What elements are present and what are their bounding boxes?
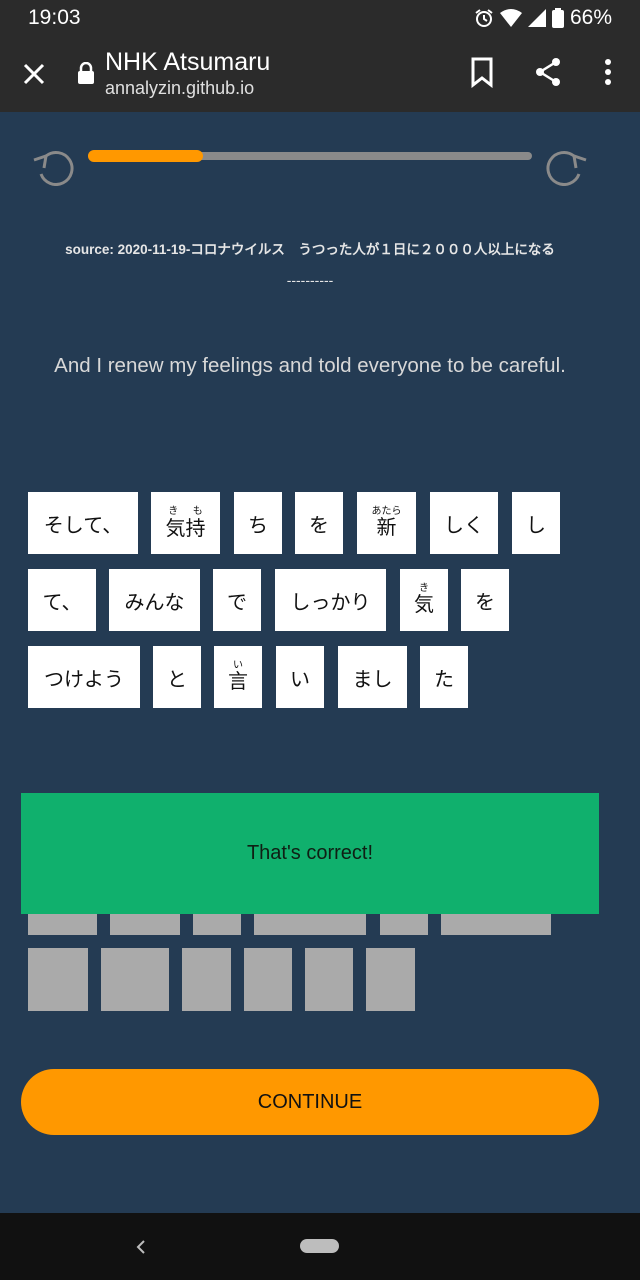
status-time: 19:03 [28,6,81,29]
answer-slot [193,912,241,935]
progress-bar [88,150,532,162]
word-tile-text: ち [248,512,268,537]
more-options-icon[interactable] [596,56,620,88]
word-tile-text: そして、 [43,512,123,537]
close-icon[interactable] [18,58,50,90]
answer-slot [305,948,353,1011]
word-tile-text: し [526,512,546,537]
word-tile[interactable]: を [461,569,509,631]
browser-toolbar: NHK Atsumaru annalyzin.github.io [0,36,640,112]
word-tile[interactable]: みんな [109,569,200,631]
feedback-text: That's correct! [246,842,374,864]
word-tile[interactable]: て、 [28,569,96,631]
answer-slot [182,948,231,1011]
word-tile-text: つけよう [44,666,124,691]
bookmark-icon[interactable] [468,56,496,88]
lock-icon [78,62,94,84]
answer-slot [366,948,415,1011]
answer-slot [244,948,292,1011]
wifi-icon [499,9,522,27]
word-tile[interactable]: 新あたら [357,492,416,554]
word-tile[interactable]: つけよう [28,646,140,708]
word-tile[interactable]: ち [234,492,282,554]
answer-slot [441,912,551,935]
navigation-bar [0,1213,640,1280]
word-tile[interactable]: しっかり [275,569,386,631]
word-tile-text: 気き [414,583,434,616]
answer-slot [380,912,428,935]
alarm-icon [475,9,493,27]
word-tile[interactable]: と [153,646,201,708]
word-tile-text: まし [352,666,393,691]
battery-icon [551,8,564,28]
word-tile-text: 気持き も [165,505,206,540]
word-tile[interactable]: 気持き も [151,492,220,554]
word-tile-text: 新あたら [371,506,402,539]
page-url[interactable]: annalyzin.github.io [105,78,254,99]
signal-icon [527,9,546,27]
feedback-banner: That's correct! [21,793,599,914]
word-tile-text: い [290,666,310,691]
status-bar: 19:03 66% [0,0,640,36]
word-tile-text: で [227,589,247,614]
word-tile[interactable]: し [512,492,560,554]
word-tile-text: しっかり [290,589,371,614]
word-tile-text: と [167,666,187,691]
english-translation: And I renew my feelings and told everyon… [54,354,566,377]
answer-slot [28,912,97,935]
progress-fill [88,150,204,162]
redo-icon[interactable] [542,146,588,186]
word-tile[interactable]: い [276,646,324,708]
battery-percent: 66% [569,6,612,29]
word-tile[interactable]: を [295,492,343,554]
back-icon[interactable] [130,1235,150,1259]
source-text: source: 2020-11-19-コロナウイルス うつった人が１日に２０００… [65,242,555,257]
page-title: NHK Atsumaru [105,48,271,76]
word-tile[interactable]: 気き [400,569,448,631]
divider: ---------- [286,272,334,288]
word-tile-text: 言い [228,660,248,693]
word-tile-text: しく [444,512,484,537]
word-tile[interactable]: そして、 [28,492,138,554]
word-tile-text: た [434,666,454,691]
answer-slot [28,948,88,1011]
word-tile[interactable]: まし [338,646,407,708]
share-icon[interactable] [532,56,564,88]
word-tile-text: を [309,512,329,537]
word-tile[interactable]: で [213,569,261,631]
continue-button[interactable]: CONTINUE [21,1069,599,1135]
home-pill[interactable] [300,1239,339,1253]
word-tile-text: みんな [124,589,185,614]
word-tile[interactable]: 言い [214,646,262,708]
word-tile[interactable]: た [420,646,468,708]
answer-slot [101,948,169,1011]
word-tile[interactable]: しく [430,492,498,554]
word-tile-text: を [475,589,495,614]
status-icons: 66% [474,6,612,30]
undo-icon[interactable] [32,146,78,186]
answer-slot [254,912,366,935]
word-tile-text: て、 [42,589,82,614]
answer-slot [110,912,180,935]
